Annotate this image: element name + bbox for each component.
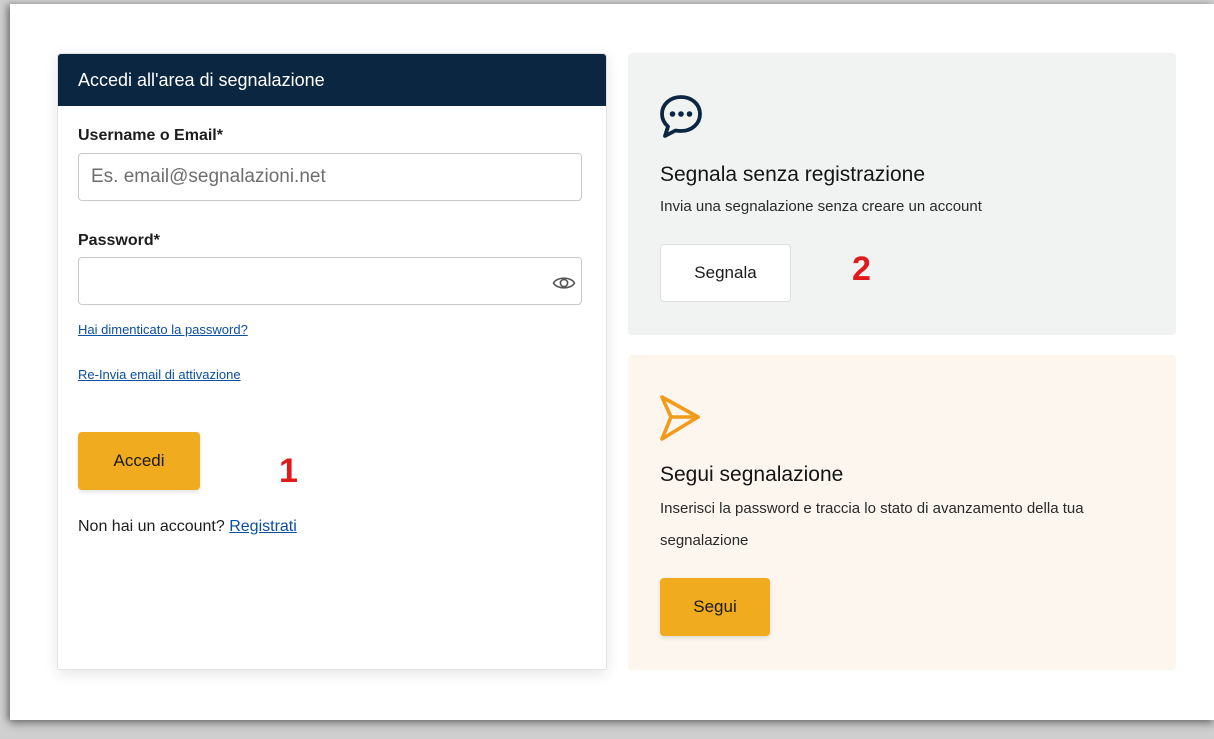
chat-bubble-icon	[658, 93, 704, 144]
no-account-text: Non hai un account? Registrati	[78, 518, 297, 536]
paper-plane-icon	[658, 391, 702, 452]
annotation-2: 2	[852, 250, 871, 288]
forgot-password-link[interactable]: Hai dimenticato la password?	[78, 322, 248, 337]
username-input[interactable]	[78, 153, 582, 201]
login-button[interactable]: Accedi	[78, 432, 200, 490]
register-link[interactable]: Registrati	[229, 518, 297, 535]
follow-button[interactable]: Segui	[660, 578, 770, 636]
resend-activation-link[interactable]: Re-Invia email di attivazione	[78, 367, 241, 382]
follow-card: Segui segnalazione Inserisci la password…	[628, 355, 1176, 670]
no-account-label: Non hai un account?	[78, 518, 230, 535]
report-button[interactable]: Segnala	[660, 244, 791, 302]
login-card: Accedi all'area di segnalazione Username…	[57, 53, 607, 670]
report-card-description: Invia una segnalazione senza creare un a…	[660, 198, 982, 215]
login-header: Accedi all'area di segnalazione	[58, 54, 606, 106]
follow-card-title: Segui segnalazione	[660, 463, 844, 486]
annotation-1: 1	[279, 452, 298, 490]
username-label: Username o Email*	[78, 127, 223, 144]
follow-card-description: Inserisci la password e traccia lo stato…	[660, 500, 1084, 549]
eye-icon[interactable]	[552, 274, 576, 292]
password-label: Password*	[78, 232, 160, 249]
report-card: Segnala senza registrazione Invia una se…	[628, 53, 1176, 335]
report-card-title: Segnala senza registrazione	[660, 163, 926, 186]
password-input[interactable]	[78, 257, 582, 305]
